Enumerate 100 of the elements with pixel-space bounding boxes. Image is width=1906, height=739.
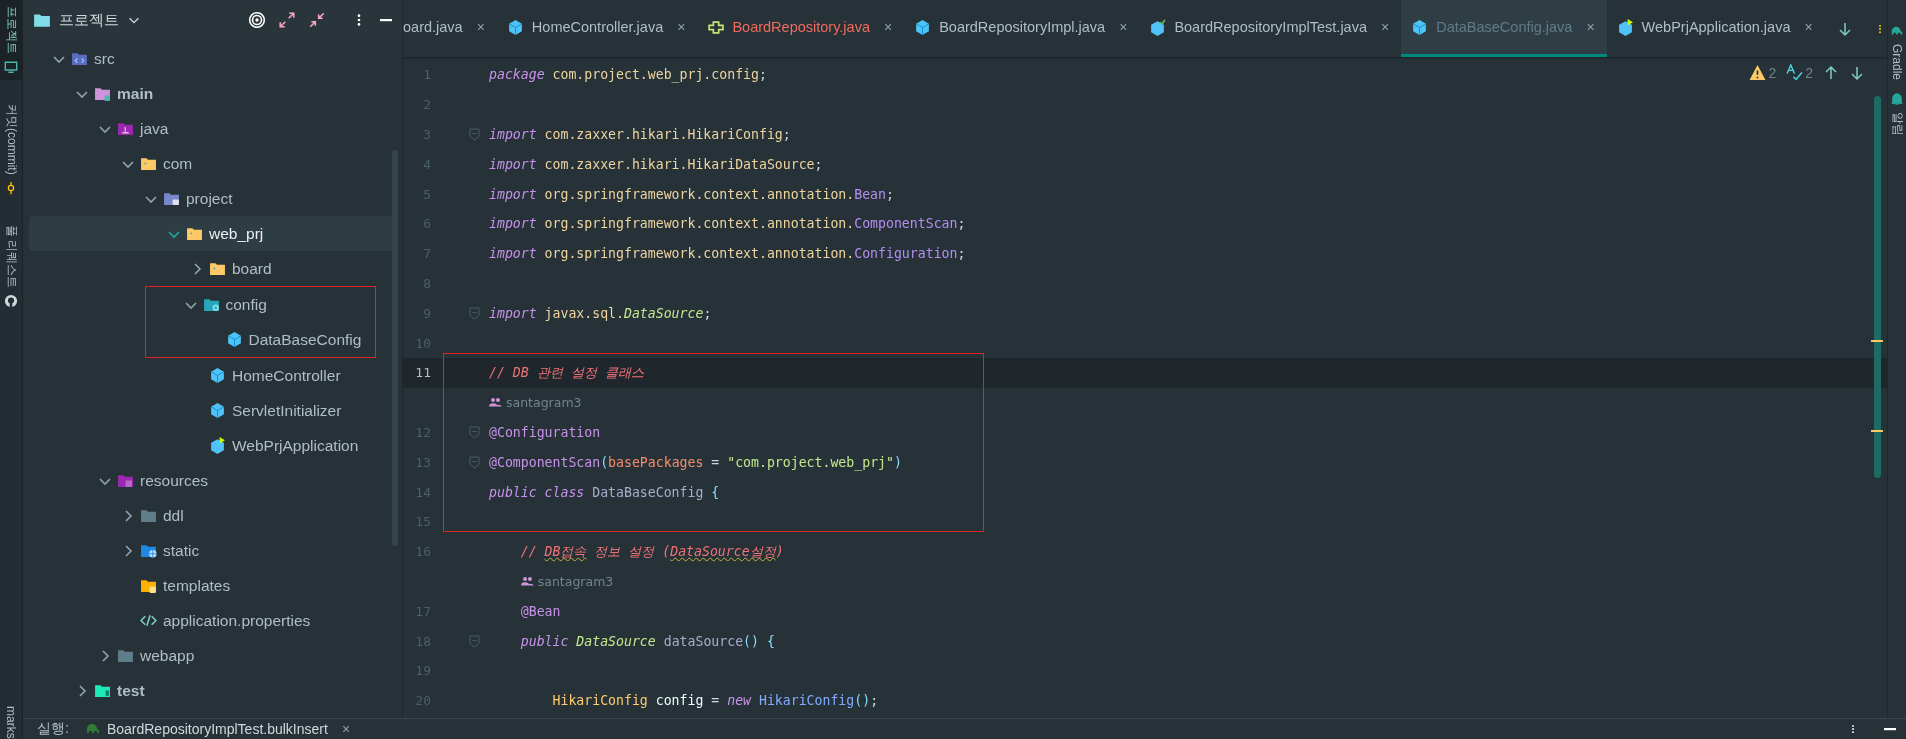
cube-icon [209,367,226,384]
close-icon[interactable]: × [1586,19,1595,35]
tool-window-button[interactable]: marks [0,706,22,739]
tree-item[interactable]: main [29,76,394,111]
close-icon[interactable]: × [1381,19,1390,35]
warning-marker[interactable] [1871,430,1883,432]
arrow-down-icon[interactable] [1849,64,1865,81]
warning-icon[interactable] [1749,64,1767,81]
tree-item[interactable]: templates [29,568,394,603]
blocks-icon [707,18,725,36]
close-icon[interactable]: × [1119,19,1128,35]
tree-item[interactable]: java [29,111,394,146]
tool-window-button[interactable]: 커밋(commit) [0,98,22,201]
code-line: public DataSource dataSource() { [519,633,775,649]
code-line: import org.springframework.context.annotation.Bean; [489,186,894,202]
code-line: package com.project.web_prj.config; [489,67,767,83]
editor-tab[interactable]: BoardRepositoryImplTest.java × [1139,0,1402,57]
folder-icon [33,11,51,29]
run-label: 실행: [37,720,69,738]
tree-item[interactable]: com [29,146,394,181]
code-line: import org.springframework.context.annotation.ComponentScan; [489,216,966,232]
editor-tab[interactable]: HomeController.java × [496,0,698,57]
tree-item[interactable]: config [146,287,375,322]
tree-item-label: test [117,681,145,700]
tool-window-button[interactable]: Gradle [1890,24,1904,81]
folder-icon [117,647,134,664]
tree-item[interactable]: webapp [29,638,394,673]
tree-item[interactable]: application.properties [29,603,394,638]
scrollbar[interactable] [1874,96,1881,478]
arrow-down-icon[interactable] [1836,20,1853,37]
bell-icon [1890,92,1904,107]
editor-tab[interactable]: oard.java × [403,0,497,57]
close-icon[interactable]: × [677,19,686,35]
tree-item-label: templates [163,576,231,595]
editor-tab[interactable]: BoardRepository.java × [697,0,905,57]
code-line: @ComponentScan(basePackages = "com.project.web_prj") [489,454,902,470]
tree-item[interactable]: WebPrjApplication [29,428,394,463]
code-line: // DB접속 정보 설정 (DataSource설정) [519,542,784,561]
tree-item-label: static [163,541,200,560]
tree-item-label: main [117,84,154,103]
folder-icon [202,296,220,313]
tool-window-button[interactable]: 풀 리퀘스트 [0,218,22,314]
cube-icon [1149,18,1167,36]
code-line: import org.springframework.context.annotation.Configuration; [489,246,966,262]
line-number: 11 [414,365,431,381]
folder-icon [186,225,203,242]
tree-item-label: project [186,189,233,208]
tree-item-label: ServletInitializer [232,401,342,420]
tree-item[interactable]: board [29,251,394,286]
editor-tab[interactable]: DataBaseConfig.java × [1401,0,1607,57]
folder-icon [117,120,134,137]
spellcheck-icon[interactable] [1786,64,1804,81]
tree-item[interactable]: static [29,533,394,568]
tree-item[interactable]: project [29,181,394,216]
people-icon [520,574,534,588]
cube-icon [914,18,932,36]
monitor-icon [4,60,18,74]
people-icon [489,396,502,410]
editor-tab[interactable]: BoardRepositoryImpl.java × [904,0,1140,57]
close-icon[interactable]: × [883,19,893,35]
target-icon[interactable] [246,9,268,31]
cube-icon [1616,18,1634,36]
code-line: public class DataBaseConfig { [489,484,720,500]
run-tab[interactable]: BoardRepositoryImplTest.bulkInsert × [78,720,357,738]
tool-window-button[interactable]: 프로젝트 [0,0,22,80]
code-line: import com.zaxxer.hikari.HikariConfig; [489,127,791,142]
tree-item-label: application.properties [163,611,311,630]
tree-item-label: web_prj [209,224,264,243]
tree-item[interactable]: DataBaseConfig [146,322,375,357]
folder-icon [117,472,134,489]
code-icon [140,612,157,629]
folder-icon [163,190,180,207]
warning-marker[interactable] [1871,340,1883,342]
tree-item-label: ddl [163,506,184,525]
folder-icon [94,682,111,699]
folder-icon [140,542,157,559]
folder-icon [209,260,226,277]
expand-icon[interactable] [276,9,298,31]
tree-item[interactable]: ddl [29,498,394,533]
close-icon[interactable]: × [341,721,351,737]
code-line: @Configuration [489,424,601,440]
close-icon[interactable]: × [1804,19,1813,35]
tree-item[interactable]: web_prj [29,216,394,251]
tree-item-label: config [225,295,267,314]
editor-tab[interactable]: WebPrjApplication.java × [1606,0,1825,57]
code-line: import javax.sql.DataSource; [489,305,712,321]
close-icon[interactable]: × [476,19,485,35]
tree-item[interactable]: src [29,41,394,76]
tree-item-label: WebPrjApplication [232,436,359,455]
tree-item[interactable]: resources [29,463,394,498]
panel-title[interactable]: 프로젝트 [59,10,119,30]
tree-item-label: resources [140,471,209,490]
tree-item[interactable]: HomeController [29,358,394,393]
arrow-up-icon[interactable] [1823,64,1839,81]
tree-item[interactable]: ServletInitializer [29,393,394,428]
tool-window-button[interactable]: 알림 [1888,92,1906,137]
warning-count: 2 [1768,64,1777,81]
cube-icon [1411,18,1429,36]
code-line: HikariConfig config = new HikariConfig(); [551,693,879,709]
tree-item[interactable]: test [29,673,394,708]
